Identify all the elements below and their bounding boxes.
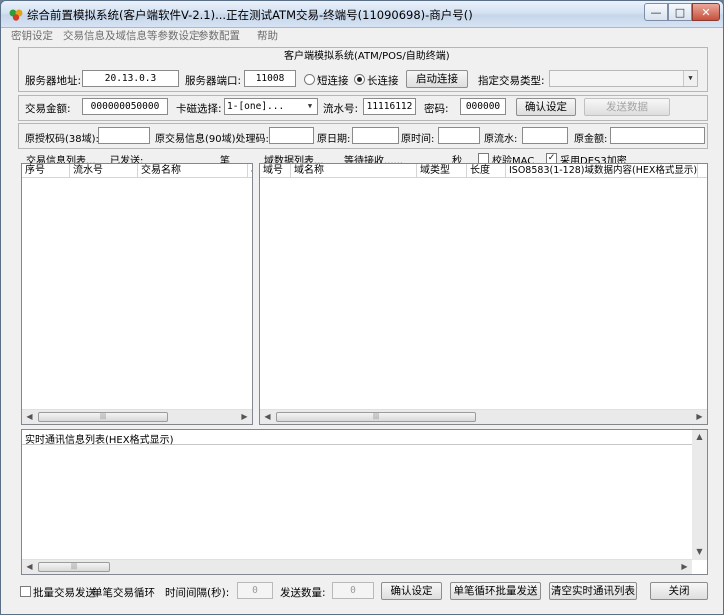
- menu-param-config[interactable]: 参数配置: [198, 28, 240, 43]
- scroll-left-icon[interactable]: ◀: [22, 410, 37, 424]
- scroll-thumb[interactable]: |||: [38, 562, 110, 572]
- maximize-button[interactable]: □: [668, 3, 692, 21]
- menu-help[interactable]: 帮助: [257, 28, 278, 43]
- orig-date-input[interactable]: [352, 127, 399, 144]
- orig-date-label: 原日期:: [317, 134, 351, 145]
- scroll-right-icon[interactable]: ▶: [237, 410, 252, 424]
- col-txn-name[interactable]: 交易名称: [138, 164, 248, 178]
- serial-input[interactable]: 11116112: [363, 98, 416, 115]
- orig-serial-input[interactable]: [522, 127, 568, 144]
- check-icon: ✓: [547, 153, 556, 163]
- interval-input[interactable]: 0: [237, 582, 273, 599]
- interval-label: 时间间隔(秒):: [165, 587, 230, 599]
- txn-list-hscrollbar[interactable]: ◀ ||| ▶: [22, 409, 252, 424]
- scroll-right-icon[interactable]: ▶: [677, 560, 692, 574]
- bottom-confirm-button[interactable]: 确认设定: [381, 582, 442, 600]
- password-input[interactable]: 000000: [460, 98, 506, 115]
- orig-auth-code-input[interactable]: [98, 127, 150, 144]
- col-field-content[interactable]: ISO8583(1-128)域数据内容(HEX格式显示): [506, 164, 698, 178]
- send-data-button[interactable]: 发送数据: [584, 98, 670, 116]
- orig-proc-code-label: 原交易信息(90域)处理码:: [155, 134, 269, 145]
- chevron-down-icon: ▼: [303, 99, 317, 114]
- orig-time-input[interactable]: [438, 127, 480, 144]
- chevron-down-icon: ▼: [683, 71, 697, 86]
- minimize-button[interactable]: —: [644, 3, 668, 21]
- field-list-view[interactable]: 域号 域名称 域类型 长度 ISO8583(1-128)域数据内容(HEX格式显…: [259, 163, 708, 425]
- orig-auth-code-label: 原授权码(38域):: [25, 134, 99, 145]
- realtime-vscrollbar[interactable]: ▲ ▼: [692, 430, 707, 560]
- app-icon: [9, 9, 23, 21]
- field-list-header: 域号 域名称 域类型 长度 ISO8583(1-128)域数据内容(HEX格式显…: [260, 164, 707, 178]
- col-serial[interactable]: 流水号: [70, 164, 138, 178]
- col-field-type[interactable]: 域类型: [417, 164, 467, 178]
- menu-key-settings[interactable]: 密钥设定: [11, 28, 53, 43]
- field-list-hscrollbar[interactable]: ◀ ||| ▶: [260, 409, 707, 424]
- send-count-input[interactable]: 0: [332, 582, 374, 599]
- server-port-label: 服务器端口:: [185, 75, 242, 87]
- realtime-comm-header: 实时通讯信息列表(HEX格式显示): [22, 430, 694, 446]
- single-loop-label: 单笔交易循环: [92, 587, 155, 599]
- orig-amount-input[interactable]: [610, 127, 705, 144]
- card-select-value: 1-[one]...: [227, 101, 285, 112]
- realtime-comm-title: 实时通讯信息列表(HEX格式显示): [25, 435, 174, 446]
- amount-input[interactable]: 000000050000: [82, 98, 168, 115]
- clear-realtime-list-button[interactable]: 清空实时通讯列表: [549, 582, 637, 600]
- col-seq[interactable]: 序号: [22, 164, 70, 178]
- scroll-thumb[interactable]: |||: [276, 412, 476, 422]
- scroll-left-icon[interactable]: ◀: [260, 410, 275, 424]
- window-title: 综合前置模拟系统(客户端软件V-2.1)...正在测试ATM交易-终端号(110…: [27, 8, 473, 22]
- close-button[interactable]: 关闭: [650, 582, 708, 600]
- orig-serial-label: 原流水:: [484, 134, 518, 145]
- menu-txn-field-params[interactable]: 交易信息及域信息等参数设定: [63, 28, 200, 43]
- server-address-input[interactable]: 20.13.0.3: [82, 70, 179, 87]
- password-label: 密码:: [424, 103, 449, 115]
- txn-list-header: 序号 流水号 交易名称 小: [22, 164, 252, 178]
- serial-label: 流水号:: [323, 103, 359, 115]
- batch-send-label: 批量交易发送: [33, 587, 96, 599]
- orig-proc-code-input[interactable]: [269, 127, 314, 144]
- batch-send-checkbox[interactable]: [20, 586, 31, 597]
- server-port-input[interactable]: 11008: [244, 70, 296, 87]
- card-select-label: 卡磁选择:: [176, 103, 222, 115]
- connection-group-caption: 客户端模拟系统(ATM/POS/自助终端): [284, 51, 450, 62]
- close-window-button[interactable]: ✕: [692, 3, 720, 21]
- scroll-right-icon[interactable]: ▶: [692, 410, 707, 424]
- col-length[interactable]: 长度: [467, 164, 506, 178]
- realtime-comm-view[interactable]: 实时通讯信息列表(HEX格式显示) ▲ ▼ ◀ ||| ▶: [21, 429, 708, 575]
- scroll-down-icon[interactable]: ▼: [692, 545, 707, 559]
- scroll-up-icon[interactable]: ▲: [692, 430, 707, 444]
- start-connection-button[interactable]: 启动连接: [406, 70, 468, 88]
- scroll-left-icon[interactable]: ◀: [22, 560, 37, 574]
- col-field-no[interactable]: 域号: [260, 164, 291, 178]
- orig-time-label: 原时间:: [401, 134, 435, 145]
- col-small[interactable]: 小: [248, 164, 252, 178]
- loop-batch-send-button[interactable]: 单笔循环批量发送: [450, 582, 541, 600]
- orig-amount-label: 原金额:: [574, 134, 608, 145]
- server-address-label: 服务器地址:: [25, 75, 82, 87]
- long-connection-radio[interactable]: [354, 74, 365, 85]
- title-bar: 综合前置模拟系统(客户端软件V-2.1)...正在测试ATM交易-终端号(110…: [1, 1, 723, 28]
- amount-label: 交易金额:: [25, 103, 71, 115]
- txn-type-select[interactable]: ▼: [549, 70, 698, 87]
- card-select[interactable]: 1-[one]... ▼: [224, 98, 318, 115]
- short-connection-radio[interactable]: [304, 74, 315, 85]
- col-field-name[interactable]: 域名称: [291, 164, 417, 178]
- realtime-hscrollbar[interactable]: ◀ ||| ▶: [22, 559, 692, 574]
- menu-bar: 密钥设定 交易信息及域信息等参数设定 参数配置 帮助: [1, 28, 723, 43]
- short-connection-label: 短连接: [317, 75, 349, 87]
- send-count-label: 发送数量:: [280, 587, 326, 599]
- app-window: 综合前置模拟系统(客户端软件V-2.1)...正在测试ATM交易-终端号(110…: [0, 0, 724, 615]
- txn-list-view[interactable]: 序号 流水号 交易名称 小 ◀ ||| ▶: [21, 163, 253, 425]
- scroll-thumb[interactable]: |||: [38, 412, 168, 422]
- confirm-settings-button[interactable]: 确认设定: [516, 98, 576, 116]
- long-connection-label: 长连接: [367, 75, 399, 87]
- txn-type-label: 指定交易类型:: [478, 75, 545, 87]
